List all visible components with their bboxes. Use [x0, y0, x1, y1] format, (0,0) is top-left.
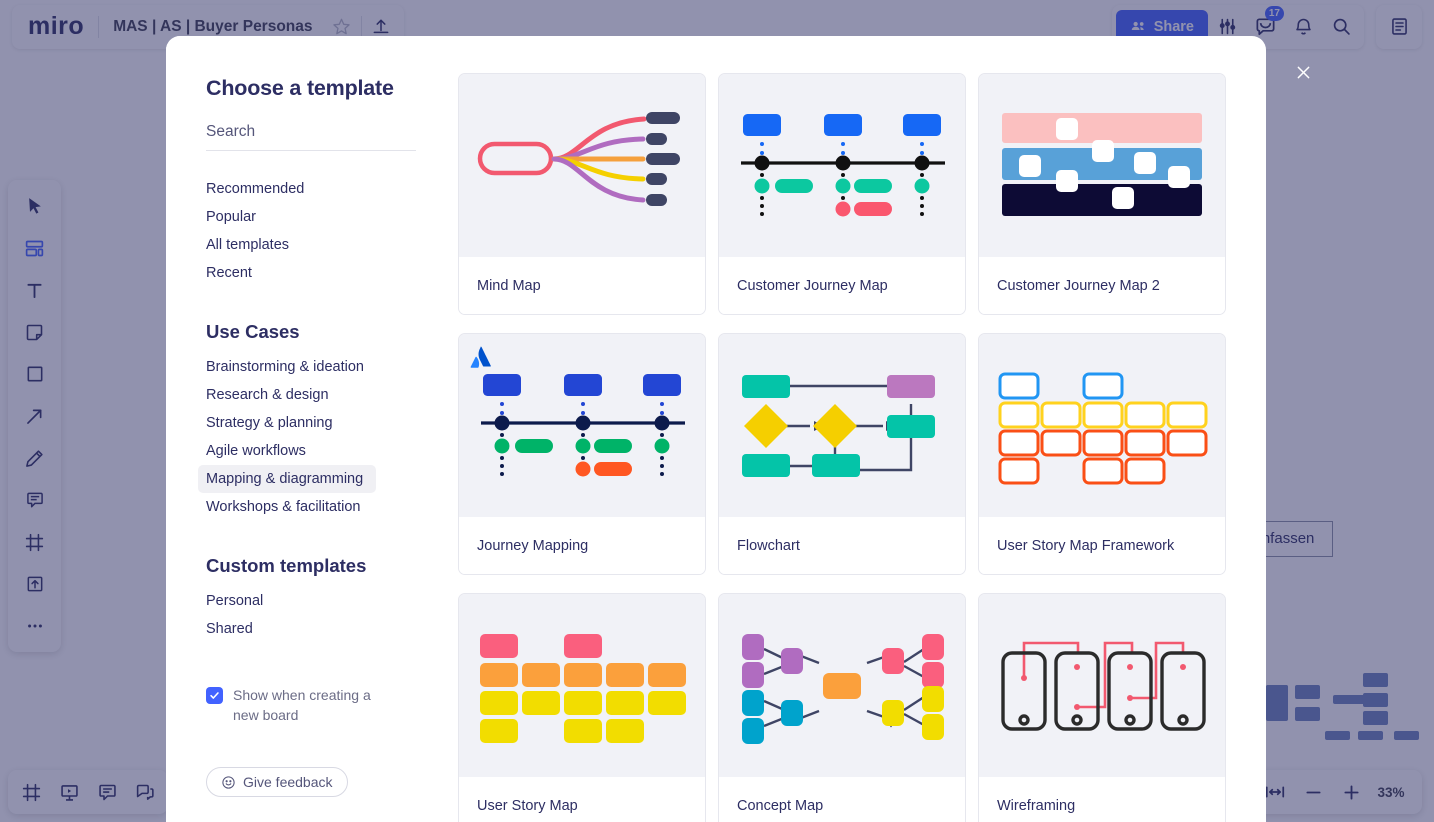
- template-grid: Mind Map Customer Journey Map Customer J…: [458, 73, 1226, 822]
- template-card-flowchart[interactable]: Flowchart: [718, 333, 966, 575]
- close-icon[interactable]: [1288, 57, 1318, 87]
- sidebar-item-agile[interactable]: Agile workflows: [198, 437, 372, 465]
- template-thumbnail: [979, 334, 1225, 517]
- template-name: Flowchart: [719, 517, 965, 574]
- checkbox-box: [206, 687, 223, 704]
- template-thumbnail: [459, 594, 705, 777]
- sidebar-item-shared[interactable]: Shared: [198, 615, 372, 643]
- sidebar-item-recommended[interactable]: Recommended: [198, 175, 372, 203]
- check-icon: [210, 692, 219, 699]
- template-card-user-story-map[interactable]: User Story Map: [458, 593, 706, 822]
- template-picker-modal: Choose a template Recommended Popular Al…: [166, 36, 1266, 822]
- custom-templates-list: Personal Shared: [206, 587, 458, 643]
- template-card-concept-map[interactable]: Concept Map: [718, 593, 966, 822]
- sidebar-item-workshops[interactable]: Workshops & facilitation: [198, 493, 372, 521]
- miro-board-app: achfassen miro MAS | AS | Buyer Personas: [0, 0, 1434, 822]
- template-card-mind-map[interactable]: Mind Map: [458, 73, 706, 315]
- template-name: Customer Journey Map 2: [979, 257, 1225, 314]
- give-feedback-button[interactable]: Give feedback: [206, 767, 348, 797]
- template-card-wireframing[interactable]: Wireframing: [978, 593, 1226, 822]
- nav-list: Recommended Popular All templates Recent: [206, 175, 458, 287]
- template-thumbnail: [459, 334, 705, 517]
- template-name: Mind Map: [459, 257, 705, 314]
- atlassian-logo-icon: [470, 346, 491, 368]
- use-cases-list: Brainstorming & ideation Research & desi…: [198, 353, 458, 521]
- modal-sidebar: Choose a template Recommended Popular Al…: [166, 36, 458, 822]
- search-input[interactable]: [206, 123, 416, 151]
- use-cases-heading: Use Cases: [206, 321, 300, 342]
- smiley-icon: [222, 775, 235, 789]
- template-card-customer-journey-map-2[interactable]: Customer Journey Map 2: [978, 73, 1226, 315]
- sidebar-item-all-templates[interactable]: All templates: [198, 231, 372, 259]
- feedback-label: Give feedback: [243, 774, 333, 790]
- template-thumbnail: [979, 594, 1225, 777]
- template-name: Concept Map: [719, 777, 965, 822]
- show-on-create-checkbox[interactable]: Show when creating a new board: [206, 685, 396, 725]
- custom-templates-heading: Custom templates: [206, 555, 367, 576]
- checkbox-label: Show when creating a new board: [233, 687, 371, 723]
- sidebar-item-personal[interactable]: Personal: [198, 587, 372, 615]
- template-thumbnail: [979, 74, 1225, 257]
- template-name: Customer Journey Map: [719, 257, 965, 314]
- template-thumbnail: [719, 594, 965, 777]
- template-name: User Story Map: [459, 777, 705, 822]
- template-thumbnail: [719, 334, 965, 517]
- template-name: User Story Map Framework: [979, 517, 1225, 574]
- template-name: Wireframing: [979, 777, 1225, 822]
- template-thumbnail: [459, 74, 705, 257]
- template-thumbnail: [719, 74, 965, 257]
- sidebar-item-strategy[interactable]: Strategy & planning: [198, 409, 372, 437]
- sidebar-item-brainstorming[interactable]: Brainstorming & ideation: [198, 353, 372, 381]
- template-card-user-story-map-framework[interactable]: User Story Map Framework: [978, 333, 1226, 575]
- sidebar-item-recent[interactable]: Recent: [198, 259, 372, 287]
- sidebar-item-mapping[interactable]: Mapping & diagramming: [198, 465, 376, 493]
- page-title: Choose a template: [206, 76, 394, 100]
- template-card-customer-journey-map[interactable]: Customer Journey Map: [718, 73, 966, 315]
- sidebar-item-research[interactable]: Research & design: [198, 381, 372, 409]
- template-name: Journey Mapping: [459, 517, 705, 574]
- template-card-journey-mapping[interactable]: Journey Mapping: [458, 333, 706, 575]
- sidebar-item-popular[interactable]: Popular: [198, 203, 372, 231]
- template-grid-scroll[interactable]: Mind Map Customer Journey Map Customer J…: [458, 36, 1266, 822]
